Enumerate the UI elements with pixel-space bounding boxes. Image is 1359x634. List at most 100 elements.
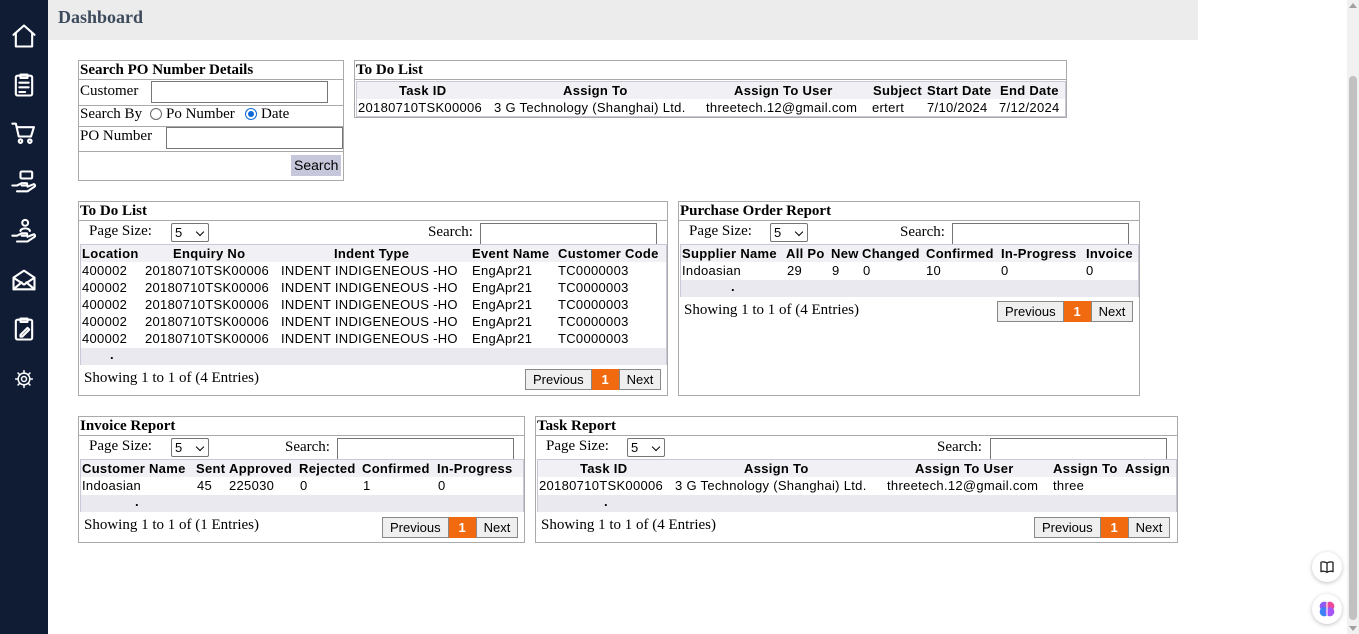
previous-button[interactable]: Previous: [997, 301, 1064, 322]
table-cell: 0: [300, 478, 308, 493]
table-cell: EngApr21: [472, 297, 533, 312]
col-approved: Approved: [229, 461, 293, 476]
page-1-button[interactable]: 1: [591, 369, 619, 390]
search-label: Search:: [428, 224, 473, 240]
previous-button[interactable]: Previous: [382, 517, 449, 538]
gear-icon[interactable]: [8, 363, 40, 395]
next-button[interactable]: Next: [1090, 301, 1134, 322]
page-size-label: Page Size:: [689, 223, 752, 239]
invoice-report-table: Customer Name Sent Approved Rejected Con…: [80, 459, 524, 512]
po-report-table: Supplier Name All Po New Changed Confirm…: [680, 244, 1139, 297]
search-by-label: Search By: [80, 106, 143, 122]
chevron-down-icon: [195, 227, 205, 237]
customer-input[interactable]: [151, 81, 328, 103]
page-1-button[interactable]: 1: [1063, 301, 1091, 322]
pager-dot: .: [110, 347, 114, 362]
page-size-label: Page Size:: [89, 223, 152, 239]
clipboard-edit-icon[interactable]: [8, 313, 40, 345]
table-cell: 29: [787, 263, 803, 278]
pager-dot: .: [604, 494, 608, 509]
table-cell: 20180710TSK00006: [145, 280, 270, 295]
page-1-button[interactable]: 1: [448, 517, 476, 538]
col-confirmed: Confirmed: [926, 246, 994, 261]
table-cell: 20180710TSK00006: [358, 100, 483, 115]
table-cell: TC0000003: [558, 263, 629, 278]
date-radio[interactable]: [245, 108, 257, 120]
table-cell: 10: [926, 263, 942, 278]
col-all-po: All Po: [786, 246, 825, 261]
invoice-search-input[interactable]: [337, 438, 514, 460]
search-label: Search:: [900, 224, 945, 240]
table-cell: 3 G Technology (Shanghai) Ltd.: [675, 478, 867, 493]
todo-search-input[interactable]: [480, 223, 657, 245]
table-cell: 3 G Technology (Shanghai) Ltd.: [494, 100, 686, 115]
po-report-title: Purchase Order Report: [679, 202, 1139, 221]
brain-icon[interactable]: [1312, 594, 1342, 624]
po-number-input[interactable]: [166, 127, 343, 149]
todo-list-table: Location Enquiry No Indent Type Event Na…: [80, 244, 667, 365]
previous-button[interactable]: Previous: [1034, 517, 1101, 538]
pagination: Previous 1 Next: [525, 369, 662, 390]
todo-list-panel: To Do List Page Size: 5 Search: Location…: [78, 201, 668, 396]
col-invoice: Invoice: [1086, 246, 1133, 261]
col-task-id: Task ID: [580, 461, 628, 476]
page-size-select[interactable]: 5: [171, 438, 209, 457]
page-1-button[interactable]: 1: [1100, 517, 1128, 538]
next-button[interactable]: Next: [475, 517, 519, 538]
scroll-up-arrow-icon[interactable]: [1349, 3, 1357, 8]
clipboard-list-icon[interactable]: [8, 69, 40, 101]
page-size-label: Page Size:: [89, 438, 152, 454]
table-cell: 45: [197, 478, 213, 493]
page-size-select[interactable]: 5: [627, 438, 665, 457]
hand-user-icon[interactable]: [8, 215, 40, 247]
vertical-scrollbar[interactable]: [1347, 0, 1359, 634]
pagination: Previous 1 Next: [382, 517, 519, 538]
book-icon[interactable]: [1312, 552, 1342, 582]
scroll-down-arrow-icon[interactable]: [1349, 626, 1357, 631]
table-cell: 0: [1001, 263, 1009, 278]
page-size-select[interactable]: 5: [770, 223, 808, 242]
pagination: Previous 1 Next: [1034, 517, 1171, 538]
col-assign-to: Assign To: [563, 83, 628, 98]
showing-entries-text: Showing 1 to 1 of (4 Entries): [84, 370, 259, 386]
home-icon[interactable]: [8, 20, 40, 52]
invoice-report-title: Invoice Report: [79, 417, 524, 436]
col-confirmed: Confirmed: [362, 461, 430, 476]
table-cell: 400002: [82, 263, 128, 278]
envelope-icon[interactable]: [8, 264, 40, 296]
table-cell: 7/12/2024: [999, 100, 1060, 115]
page-size-select[interactable]: 5: [171, 223, 209, 242]
task-search-input[interactable]: [990, 438, 1167, 460]
table-cell: 20180710TSK00006: [539, 478, 664, 493]
table-cell: INDENT INDIGENEOUS -HO: [281, 331, 458, 346]
task-report-table: Task ID Assign To Assign To User Assign …: [537, 459, 1177, 512]
col-assign-to-user: Assign To User: [915, 461, 1014, 476]
table-cell: 0: [438, 478, 446, 493]
grid-pager-row: [81, 495, 523, 512]
po-number-radio[interactable]: [150, 108, 162, 120]
po-search-input[interactable]: [952, 223, 1129, 245]
showing-entries-text: Showing 1 to 1 of (4 Entries): [541, 517, 716, 533]
table-cell: 20180710TSK00006: [145, 314, 270, 329]
invoice-report-panel: Invoice Report Page Size: 5 Search: Cust…: [78, 416, 525, 543]
table-cell: TC0000003: [558, 314, 629, 329]
search-button[interactable]: Search: [291, 155, 342, 176]
table-cell: 400002: [82, 280, 128, 295]
customer-label: Customer: [80, 83, 139, 99]
col-end-date: End Date: [1000, 83, 1059, 98]
grid-pager-row: [81, 348, 666, 365]
previous-button[interactable]: Previous: [525, 369, 592, 390]
shopping-cart-icon[interactable]: [8, 117, 40, 149]
next-button[interactable]: Next: [618, 369, 662, 390]
hand-money-icon[interactable]: [8, 166, 40, 198]
table-cell: INDENT INDIGENEOUS -HO: [281, 280, 458, 295]
purchase-order-report-panel: Purchase Order Report Page Size: 5 Searc…: [678, 201, 1140, 396]
scrollbar-thumb[interactable]: [1349, 76, 1357, 620]
col-sent: Sent: [196, 461, 226, 476]
table-cell: three: [1053, 478, 1085, 493]
chevron-down-icon: [651, 442, 661, 452]
showing-entries-text: Showing 1 to 1 of (4 Entries): [684, 302, 859, 318]
chevron-down-icon: [195, 442, 205, 452]
next-button[interactable]: Next: [1127, 517, 1171, 538]
date-option-label: Date: [261, 106, 290, 122]
